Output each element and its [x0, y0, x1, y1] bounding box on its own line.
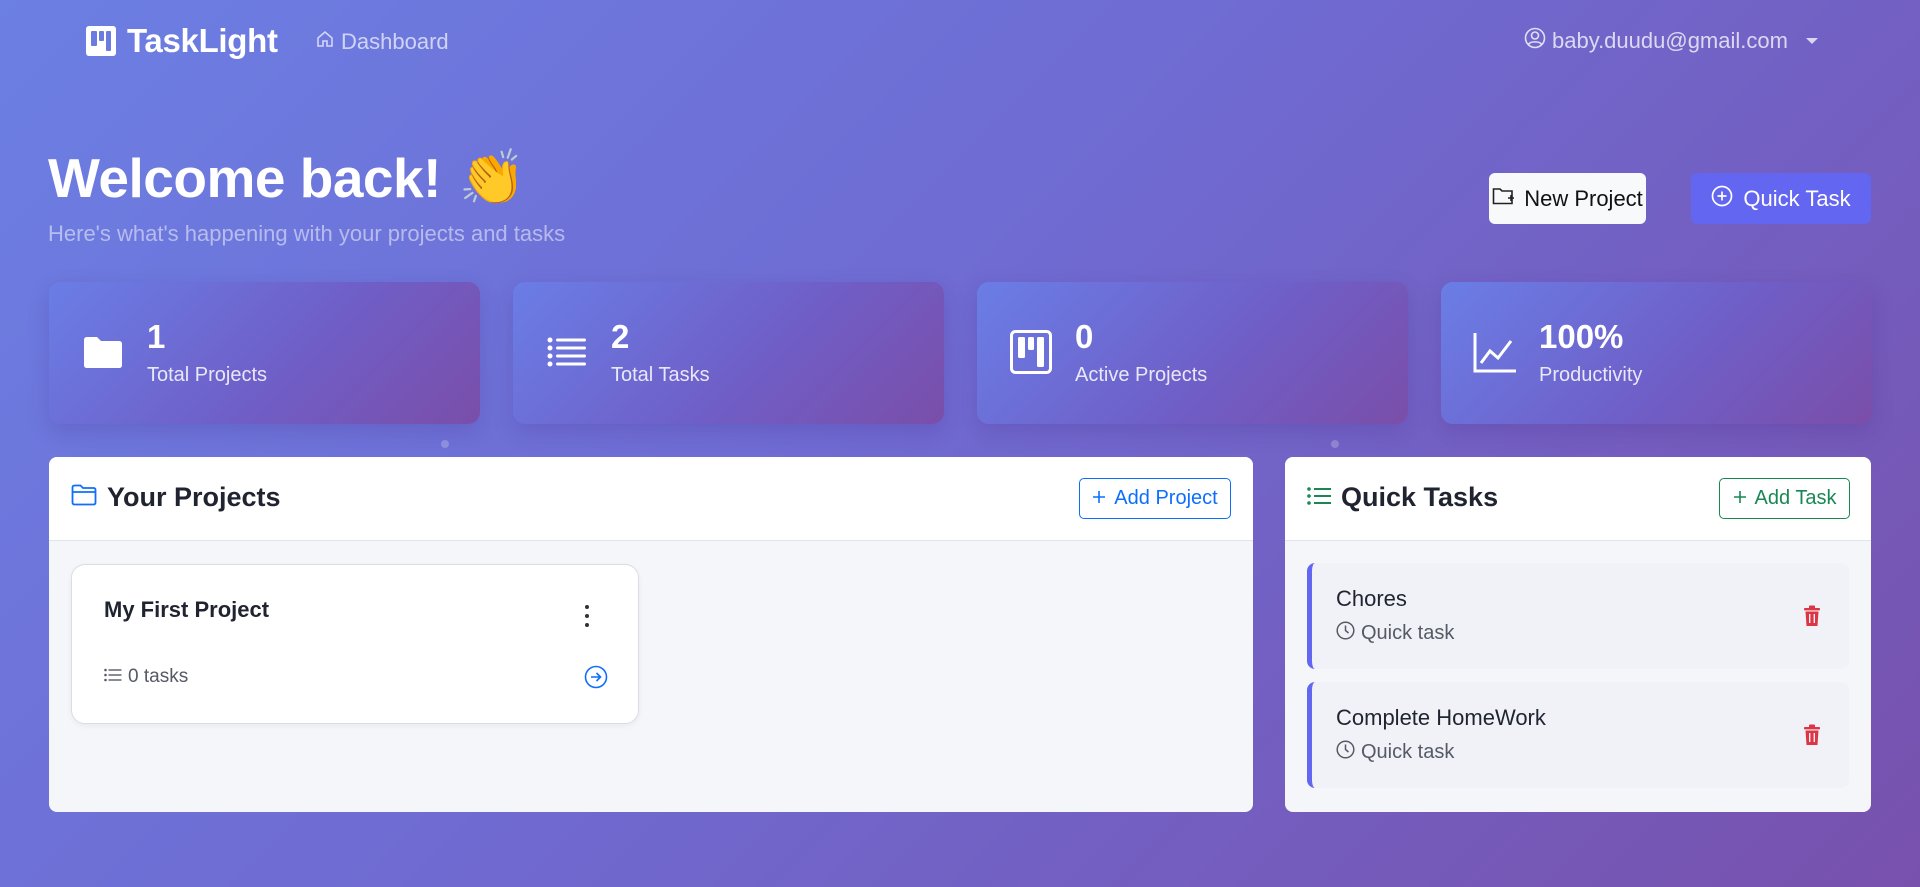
stat-label: Productivity — [1539, 364, 1643, 386]
graph-up-icon — [1473, 330, 1517, 374]
plus-icon — [1733, 487, 1747, 510]
project-card[interactable]: My First Project 0 tasks — [71, 564, 639, 724]
stat-value: 1 — [147, 318, 166, 355]
trash-icon[interactable] — [1803, 724, 1821, 746]
stat-label: Total Tasks — [611, 364, 710, 386]
project-task-count: 0 tasks — [104, 666, 188, 688]
projects-title-text: Your Projects — [107, 482, 281, 512]
kanban-icon — [1009, 330, 1053, 374]
nav-dashboard-label: Dashboard — [341, 29, 449, 54]
chevron-down-icon — [1805, 38, 1818, 44]
arrow-right-circle-icon[interactable] — [584, 665, 608, 689]
list-icon — [104, 666, 122, 688]
quick-task-button[interactable]: Quick Task — [1691, 173, 1871, 224]
nav-dashboard-link[interactable]: Dashboard — [315, 28, 449, 56]
list-icon — [545, 330, 589, 374]
task-title: Chores — [1336, 586, 1407, 611]
stat-card-productivity: 100% Productivity — [1441, 282, 1872, 424]
task-meta: Quick task — [1336, 621, 1454, 646]
stat-card-total-projects: 1 Total Projects — [49, 282, 480, 424]
trash-icon[interactable] — [1803, 605, 1821, 627]
stat-card-active-projects: 0 Active Projects — [977, 282, 1408, 424]
project-name: My First Project — [104, 597, 270, 622]
more-options-icon[interactable] — [582, 605, 592, 627]
brand-name: TaskLight — [127, 22, 278, 59]
page-subtitle: Here's what's happening with your projec… — [48, 221, 566, 246]
quick-tasks-title-text: Quick Tasks — [1341, 482, 1499, 512]
task-item[interactable]: Chores Quick task — [1307, 563, 1849, 669]
clock-icon — [1336, 621, 1355, 646]
projects-panel: Your Projects Add Project My First Proje… — [49, 457, 1253, 812]
user-menu-dropdown[interactable]: baby.duudu@gmail.com — [1524, 26, 1818, 56]
stat-value: 2 — [611, 318, 630, 355]
decorative-dot — [441, 440, 449, 448]
navbar: TaskLight Dashboard baby.duudu@gmail.com — [0, 0, 1920, 82]
waving-hand-emoji: 👏 — [458, 148, 526, 208]
task-item[interactable]: Complete HomeWork Quick task — [1307, 682, 1849, 788]
quick-tasks-panel-header: Quick Tasks Add Task — [1285, 457, 1871, 541]
quick-tasks-panel-title: Quick Tasks — [1307, 482, 1498, 513]
folder-plus-icon — [1492, 186, 1516, 212]
add-task-label: Add Task — [1754, 487, 1837, 509]
stat-value: 0 — [1075, 318, 1094, 355]
plus-circle-icon — [1711, 185, 1733, 213]
projects-panel-title: Your Projects — [71, 482, 281, 513]
task-meta-text: Quick task — [1361, 622, 1455, 644]
decorative-dot — [1331, 440, 1339, 448]
new-project-label: New Project — [1524, 185, 1643, 211]
projects-panel-header: Your Projects Add Project — [49, 457, 1253, 541]
folder-icon — [81, 330, 125, 374]
house-icon — [315, 29, 335, 55]
quick-task-label: Quick Task — [1743, 185, 1851, 211]
stat-value: 100% — [1539, 318, 1624, 355]
quick-tasks-panel: Quick Tasks Add Task Chores Quick task C… — [1285, 457, 1871, 812]
new-project-button[interactable]: New Project — [1489, 173, 1646, 224]
task-title: Complete HomeWork — [1336, 705, 1546, 730]
page-title: Welcome back! 👏 — [48, 146, 526, 210]
folder-icon — [71, 482, 97, 513]
user-circle-icon — [1524, 27, 1546, 55]
plus-icon — [1092, 487, 1106, 510]
stat-card-total-tasks: 2 Total Tasks — [513, 282, 944, 424]
brand[interactable]: TaskLight — [85, 20, 278, 62]
stat-label: Total Projects — [147, 364, 268, 386]
task-meta: Quick task — [1336, 740, 1454, 765]
add-task-button[interactable]: Add Task — [1719, 478, 1850, 519]
list-check-icon — [1307, 482, 1331, 513]
add-project-button[interactable]: Add Project — [1079, 478, 1231, 519]
task-meta-text: Quick task — [1361, 741, 1455, 763]
stat-label: Active Projects — [1075, 364, 1208, 386]
welcome-text: Welcome back! — [48, 147, 441, 209]
clock-icon — [1336, 740, 1355, 765]
user-email: baby.duudu@gmail.com — [1552, 28, 1788, 53]
add-project-label: Add Project — [1114, 487, 1218, 509]
task-count-text: 0 tasks — [128, 666, 189, 687]
kanban-icon — [85, 25, 117, 57]
